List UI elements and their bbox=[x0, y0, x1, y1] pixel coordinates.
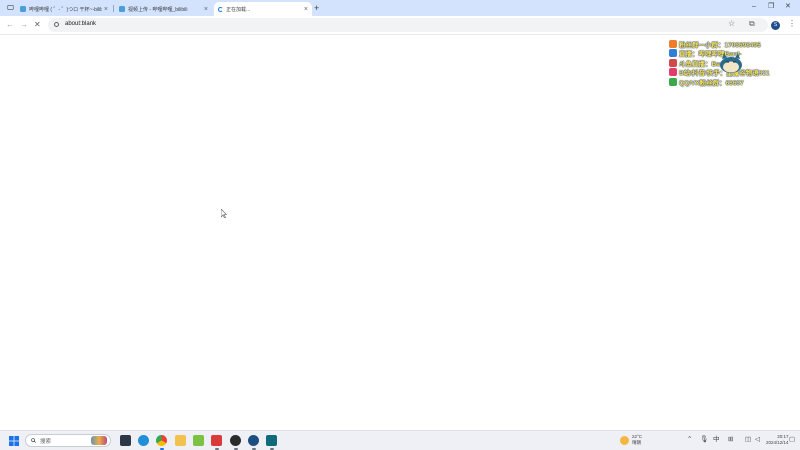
restore-icon[interactable]: ❐ bbox=[768, 3, 774, 11]
running-app-indicator bbox=[251, 448, 256, 450]
file-explorer-icon[interactable] bbox=[175, 435, 186, 446]
notifications-icon[interactable]: ▢ bbox=[789, 436, 795, 444]
taskbar: 搜索 22°C 晴朗 ⌃ 🎙︎ 中 ⊞ ◫ ◁ 20:17 2024/12/14… bbox=[0, 430, 800, 450]
close-tab-icon[interactable]: × bbox=[204, 6, 208, 13]
network-icon[interactable]: ◫ bbox=[745, 436, 751, 444]
bookmark-star-icon[interactable]: ☆ bbox=[728, 19, 735, 29]
overlay-text: 粉丝群一小群：1703698495 bbox=[679, 41, 761, 49]
stop-loading-icon[interactable]: ✕ bbox=[34, 20, 41, 30]
tab-title: 视频上传 - 哔哩哔哩_bilibili bbox=[128, 6, 188, 13]
search-label: 搜索 bbox=[40, 439, 52, 445]
app-green-icon[interactable] bbox=[193, 435, 204, 446]
bilibili-icon bbox=[20, 6, 26, 12]
weather-temp: 22°C bbox=[632, 434, 643, 439]
weather-widget[interactable]: 22°C 晴朗 bbox=[632, 434, 642, 445]
running-app-indicator bbox=[269, 448, 274, 450]
running-app-indicator bbox=[233, 448, 238, 450]
loading-spinner-icon bbox=[218, 6, 223, 12]
minimize-icon[interactable]: – bbox=[752, 3, 756, 11]
edge-icon[interactable] bbox=[138, 435, 149, 446]
weather-condition: 晴朗 bbox=[632, 439, 641, 445]
profile-avatar[interactable]: S bbox=[771, 21, 780, 30]
app-teal-icon[interactable] bbox=[266, 435, 277, 446]
close-tab-icon[interactable]: × bbox=[304, 6, 308, 13]
tab-strip: 哔哩哔哩 ( ゜- ゜)つロ 干杯~-bilibili × 视频上传 - 哔哩哔… bbox=[0, 0, 800, 16]
address-url[interactable]: about:blank bbox=[65, 21, 96, 27]
forward-icon[interactable]: → bbox=[20, 20, 28, 30]
tray-overflow-icon[interactable]: ⌃ bbox=[687, 436, 692, 444]
browser-toolbar: ← → ✕ about:blank ☆ ⧉ ⋮ bbox=[0, 16, 800, 35]
weather-icon[interactable] bbox=[620, 436, 629, 445]
overlay-badge-icon bbox=[669, 68, 677, 77]
chrome-icon[interactable] bbox=[156, 435, 167, 446]
steam-icon[interactable] bbox=[248, 435, 259, 446]
app-dark-icon[interactable] bbox=[230, 435, 241, 446]
tab-title: 正在加载... bbox=[226, 6, 251, 13]
tab-bilibili-home[interactable]: 哔哩哔哩 ( ゜- ゜)つロ 干杯~-bilibili × bbox=[16, 2, 112, 16]
input-settings-icon[interactable]: ⊞ bbox=[728, 436, 733, 444]
overlay-badge-icon bbox=[669, 49, 677, 58]
address-bar[interactable]: about:blank bbox=[48, 18, 768, 32]
overlay-badge-icon bbox=[669, 39, 677, 48]
app-red-icon[interactable] bbox=[211, 435, 222, 446]
search-highlight-image bbox=[91, 436, 107, 445]
overlay-line: 粉丝群一小群：1703698495 bbox=[669, 39, 797, 49]
bilibili-icon bbox=[119, 6, 125, 12]
windows-start-icon[interactable] bbox=[9, 436, 19, 446]
taskbar-search[interactable]: 搜索 bbox=[25, 434, 111, 447]
tab-divider bbox=[113, 5, 114, 12]
task-view-icon[interactable] bbox=[120, 435, 131, 446]
snorlax-mascot-icon bbox=[720, 53, 742, 73]
search-icon bbox=[31, 438, 36, 443]
overlay-line: QQ/VX粉丝群：63637 bbox=[669, 77, 797, 87]
volume-icon[interactable]: ◁ bbox=[755, 436, 760, 444]
close-window-icon[interactable]: ✕ bbox=[785, 3, 791, 11]
site-info-icon[interactable] bbox=[54, 21, 59, 27]
mouse-cursor-icon bbox=[221, 209, 227, 218]
tab-title: 哔哩哔哩 ( ゜- ゜)つロ 干杯~-bilibili bbox=[29, 6, 102, 13]
clock-date: 2024/12/14 bbox=[766, 440, 789, 445]
overlay-text: QQ/VX粉丝群：63637 bbox=[679, 79, 744, 87]
ime-indicator[interactable]: 中 bbox=[713, 436, 720, 444]
menu-icon[interactable]: ⋮ bbox=[788, 19, 796, 29]
tab-loading[interactable]: 正在加载... × bbox=[214, 2, 312, 16]
tab-search-icon[interactable] bbox=[7, 4, 14, 11]
microphone-icon[interactable]: 🎙︎ bbox=[700, 436, 708, 444]
extensions-icon[interactable]: ⧉ bbox=[749, 19, 755, 29]
overlay-badge-icon bbox=[669, 58, 677, 67]
running-app-indicator bbox=[214, 448, 219, 450]
new-tab-button[interactable]: + bbox=[314, 3, 319, 13]
close-tab-icon[interactable]: × bbox=[104, 6, 108, 13]
system-clock[interactable]: 20:17 2024/12/14 bbox=[766, 434, 789, 446]
active-app-indicator bbox=[159, 448, 164, 450]
tab-bilibili-upload[interactable]: 视频上传 - 哔哩哔哩_bilibili × bbox=[115, 2, 212, 16]
overlay-badge-icon bbox=[669, 77, 677, 86]
back-icon[interactable]: ← bbox=[6, 20, 14, 30]
